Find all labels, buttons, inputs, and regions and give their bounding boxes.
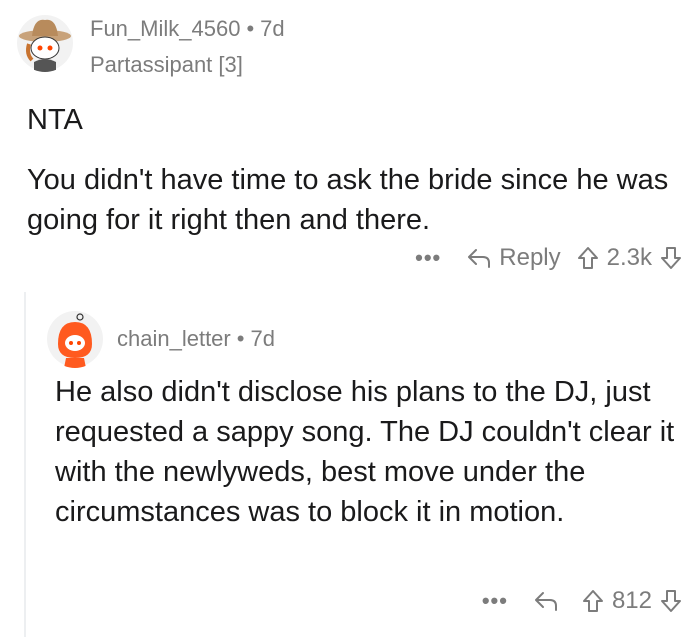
comment-age: 7d <box>250 326 275 351</box>
downvote-icon[interactable] <box>660 589 682 613</box>
comment-actions: ••• Reply 2.3k <box>415 244 682 272</box>
more-options-button[interactable]: ••• <box>415 245 441 271</box>
username[interactable]: Fun_Milk_4560 <box>90 16 240 41</box>
vote-widget: 2.3k <box>577 244 682 272</box>
separator-dot: • <box>246 16 255 41</box>
comment-age: 7d <box>260 16 285 41</box>
reply-button[interactable] <box>534 590 566 612</box>
comment-body: You didn't have time to ask the bride si… <box>27 164 669 236</box>
reply-arrow-icon <box>468 249 491 268</box>
comment-actions: ••• 812 <box>482 587 682 615</box>
avatar[interactable] <box>46 310 104 368</box>
upvote-icon[interactable] <box>582 589 604 613</box>
separator-dot: • <box>236 326 245 351</box>
upvote-icon[interactable] <box>577 246 599 270</box>
vote-widget: 812 <box>582 587 682 615</box>
downvote-icon[interactable] <box>660 246 682 270</box>
avatar[interactable] <box>16 14 74 72</box>
comment-body: He also didn't disclose his plans to the… <box>55 376 675 528</box>
hooded-snoo-avatar-icon <box>47 311 103 368</box>
comment-body-line: NTA <box>27 104 83 136</box>
comment-meta: chain_letter • 7d <box>117 326 275 352</box>
comment-2: chain_letter • 7d He also didn't disclose … <box>0 290 700 637</box>
reply-label: Reply <box>499 244 561 271</box>
vote-score: 812 <box>611 587 652 614</box>
more-options-button[interactable]: ••• <box>482 588 508 614</box>
reply-arrow-icon <box>534 592 557 611</box>
comment-meta: Fun_Milk_4560 • 7d <box>90 16 285 42</box>
comment-1: Fun_Milk_4560 • 7d Partassipant [3] NTA Yo… <box>0 0 700 290</box>
cowboy-snoo-avatar-icon <box>17 15 73 72</box>
vote-score: 2.3k <box>606 244 652 271</box>
user-flair: Partassipant [3] <box>90 52 243 77</box>
reply-button[interactable]: Reply <box>467 244 561 272</box>
username[interactable]: chain_letter <box>117 326 231 351</box>
